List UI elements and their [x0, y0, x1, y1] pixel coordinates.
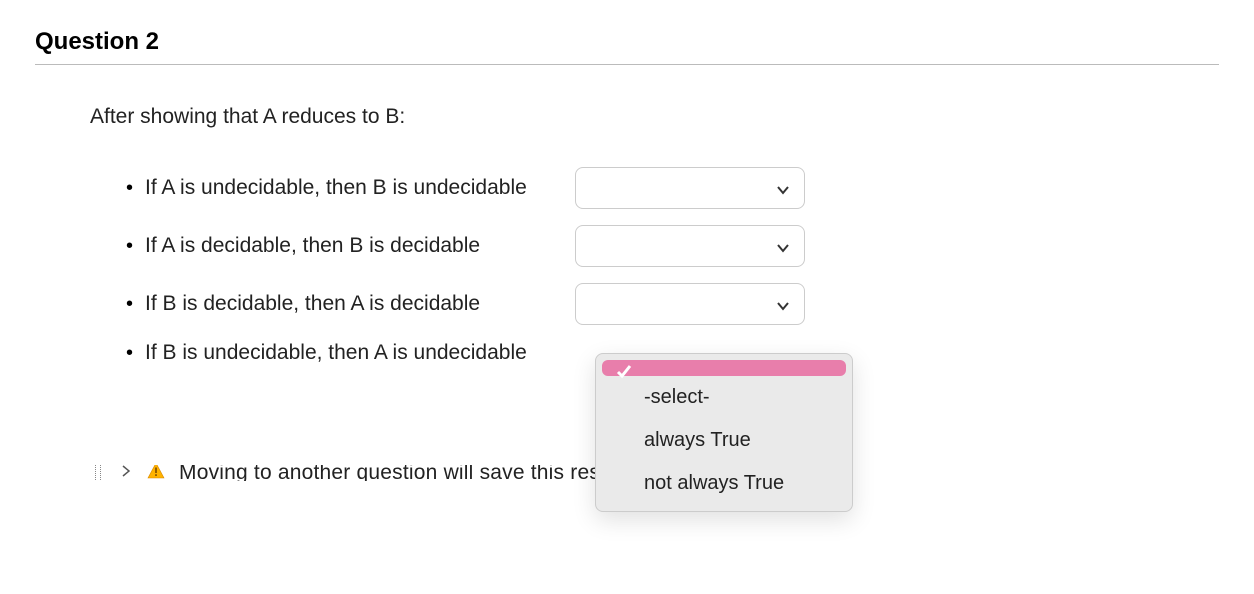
statement-row: • If B is undecidable, then A is undecid…	[126, 341, 1219, 365]
dropdown-option[interactable]: not always True	[602, 462, 846, 505]
dropdown-option[interactable]: always True	[602, 419, 846, 462]
save-warning-text: Moving to another question will save thi…	[179, 465, 664, 481]
bullet-icon: •	[126, 343, 133, 363]
chevron-down-icon	[776, 181, 790, 195]
answer-select[interactable]	[575, 225, 805, 267]
check-icon	[616, 360, 632, 376]
dropdown-option[interactable]	[602, 360, 846, 376]
statement-text: If B is undecidable, then A is undecidab…	[145, 341, 555, 365]
answer-select-wrapper	[575, 225, 805, 267]
statement-text: If A is decidable, then B is decidable	[145, 234, 555, 258]
dropdown-option[interactable]: -select-	[602, 376, 846, 419]
question-header: Question 2	[35, 0, 1219, 65]
arrow-right-icon	[119, 465, 133, 481]
warning-icon	[147, 465, 165, 481]
answer-select-wrapper	[575, 283, 805, 325]
drag-handle-icon	[95, 465, 101, 481]
statement-row: • If A is decidable, then B is decidable	[126, 225, 1219, 267]
chevron-down-icon	[776, 239, 790, 253]
answer-select-wrapper	[575, 167, 805, 209]
statement-text: If B is decidable, then A is decidable	[145, 292, 555, 316]
question-prompt: After showing that A reduces to B:	[90, 105, 1219, 129]
dropdown-option-label: always True	[644, 429, 751, 451]
statement-text: If A is undecidable, then B is undecidab…	[145, 176, 555, 200]
dropdown-option-label: -select-	[644, 386, 710, 408]
statement-row: • If B is decidable, then A is decidable	[126, 283, 1219, 325]
answer-select[interactable]	[575, 167, 805, 209]
dropdown-option-label: not always True	[644, 472, 784, 494]
answer-select[interactable]	[575, 283, 805, 325]
statement-row: • If A is undecidable, then B is undecid…	[126, 167, 1219, 209]
answer-dropdown-open: -select- always True not always True	[595, 353, 853, 512]
statements-list: • If A is undecidable, then B is undecid…	[90, 167, 1219, 365]
bullet-icon: •	[126, 178, 133, 198]
bullet-icon: •	[126, 294, 133, 314]
bullet-icon: •	[126, 236, 133, 256]
chevron-down-icon	[776, 297, 790, 311]
question-body: After showing that A reduces to B: • If …	[35, 65, 1219, 365]
